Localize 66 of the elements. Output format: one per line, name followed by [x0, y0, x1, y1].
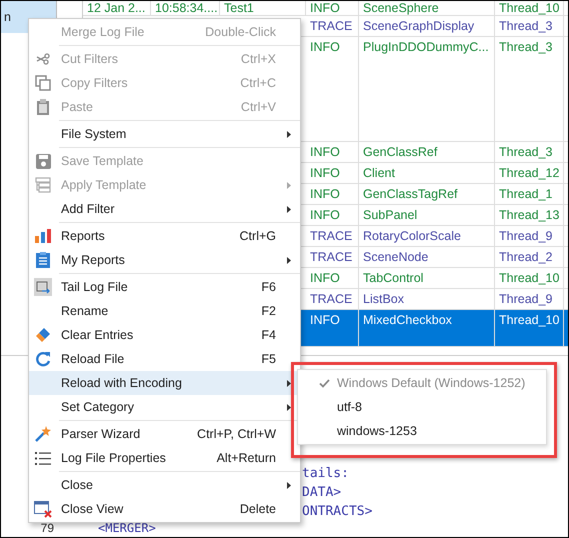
table-cell: INFO [306, 163, 359, 183]
table-cell: Thread_10 [495, 1, 564, 15]
table-cell: GenClassRef [359, 142, 495, 162]
table-cell: INFO [306, 268, 359, 288]
table-cell: SceneGraphDisplay [359, 16, 495, 36]
menu-item[interactable]: Set Category [29, 395, 300, 419]
table-cell: TRACE [306, 289, 359, 309]
table-cell: INFO [306, 310, 359, 346]
table-cell: Client [359, 163, 495, 183]
table-cell: GenClassTagRef [359, 184, 495, 204]
table-cell: Thread_3 [495, 37, 564, 141]
table-cell: 10:58:34.... [151, 1, 220, 15]
menu-item[interactable]: windows-1253 [298, 419, 546, 443]
copy-icon [35, 75, 51, 91]
menu-item[interactable]: Reload File F5 [29, 347, 300, 371]
table-cell: Thread_3 [495, 16, 564, 36]
table-cell: 12 Jan 2... [83, 1, 151, 15]
report-list-icon [36, 252, 50, 268]
line-number: 79 [40, 521, 54, 535]
menu-item[interactable]: Close [29, 473, 300, 497]
menu-item[interactable]: Reload with Encoding [29, 371, 300, 395]
menu-item[interactable]: Parser Wizard Ctrl+P, Ctrl+W [29, 422, 300, 446]
table-cell: Test1 [220, 1, 306, 15]
table-cell: SubPanel [359, 205, 495, 225]
table-cell: TabControl [359, 268, 495, 288]
table-cell: Thread_9 [495, 226, 564, 246]
table-cell: SceneNode [359, 247, 495, 267]
refresh-icon [35, 351, 51, 367]
table-cell: INFO [306, 37, 359, 141]
table-cell: Thread_9 [495, 289, 564, 309]
table-cell: INFO [306, 1, 359, 15]
clipboard-icon [36, 99, 50, 115]
close-window-icon [34, 500, 52, 518]
table-cell: Thread_12 [495, 163, 564, 183]
magic-wand-icon [35, 426, 51, 442]
table-cell: MixedCheckbox [359, 310, 495, 346]
table-cell: TRACE [306, 247, 359, 267]
table-row[interactable]: 12 Jan 2... 10:58:34.... Test1 INFO SceneSphere Thread_10 [83, 1, 568, 16]
code-line: <MERGER> [98, 521, 156, 535]
table-cell: Thread_2 [495, 247, 564, 267]
code-line: ONTRACTS> [302, 503, 374, 521]
eraser-icon [35, 327, 51, 343]
code-line: DATA> [302, 484, 342, 502]
menu-item[interactable]: Close View Delete [29, 497, 300, 521]
scissors-icon [35, 51, 51, 67]
table-cell: Thread_10 [495, 310, 564, 346]
menu-item[interactable]: utf-8 [298, 395, 546, 419]
window-arrows-icon [34, 278, 52, 296]
table-cell: Thread_10 [495, 268, 564, 288]
table-cell: Thread_3 [495, 142, 564, 162]
table-cell: ListBox [359, 289, 495, 309]
table-cell: Thread_13 [495, 205, 564, 225]
table-cell: INFO [306, 205, 359, 225]
table-cell: RotaryColorScale [359, 226, 495, 246]
table-cell: PlugInDDODummyC... [359, 37, 495, 141]
code-line: tails: [302, 465, 350, 483]
table-cell: TRACE [306, 16, 359, 36]
table-cell: SceneSphere [359, 1, 495, 15]
bar-chart-icon [35, 229, 51, 243]
table-cell: INFO [306, 142, 359, 162]
menu-item[interactable]: Log File Properties Alt+Return [29, 446, 300, 470]
stacked-list-icon [35, 177, 51, 193]
table-cell: Thread_1 [495, 184, 564, 204]
list-icon [35, 452, 51, 464]
table-cell: TRACE [306, 226, 359, 246]
table-cell: INFO [306, 184, 359, 204]
